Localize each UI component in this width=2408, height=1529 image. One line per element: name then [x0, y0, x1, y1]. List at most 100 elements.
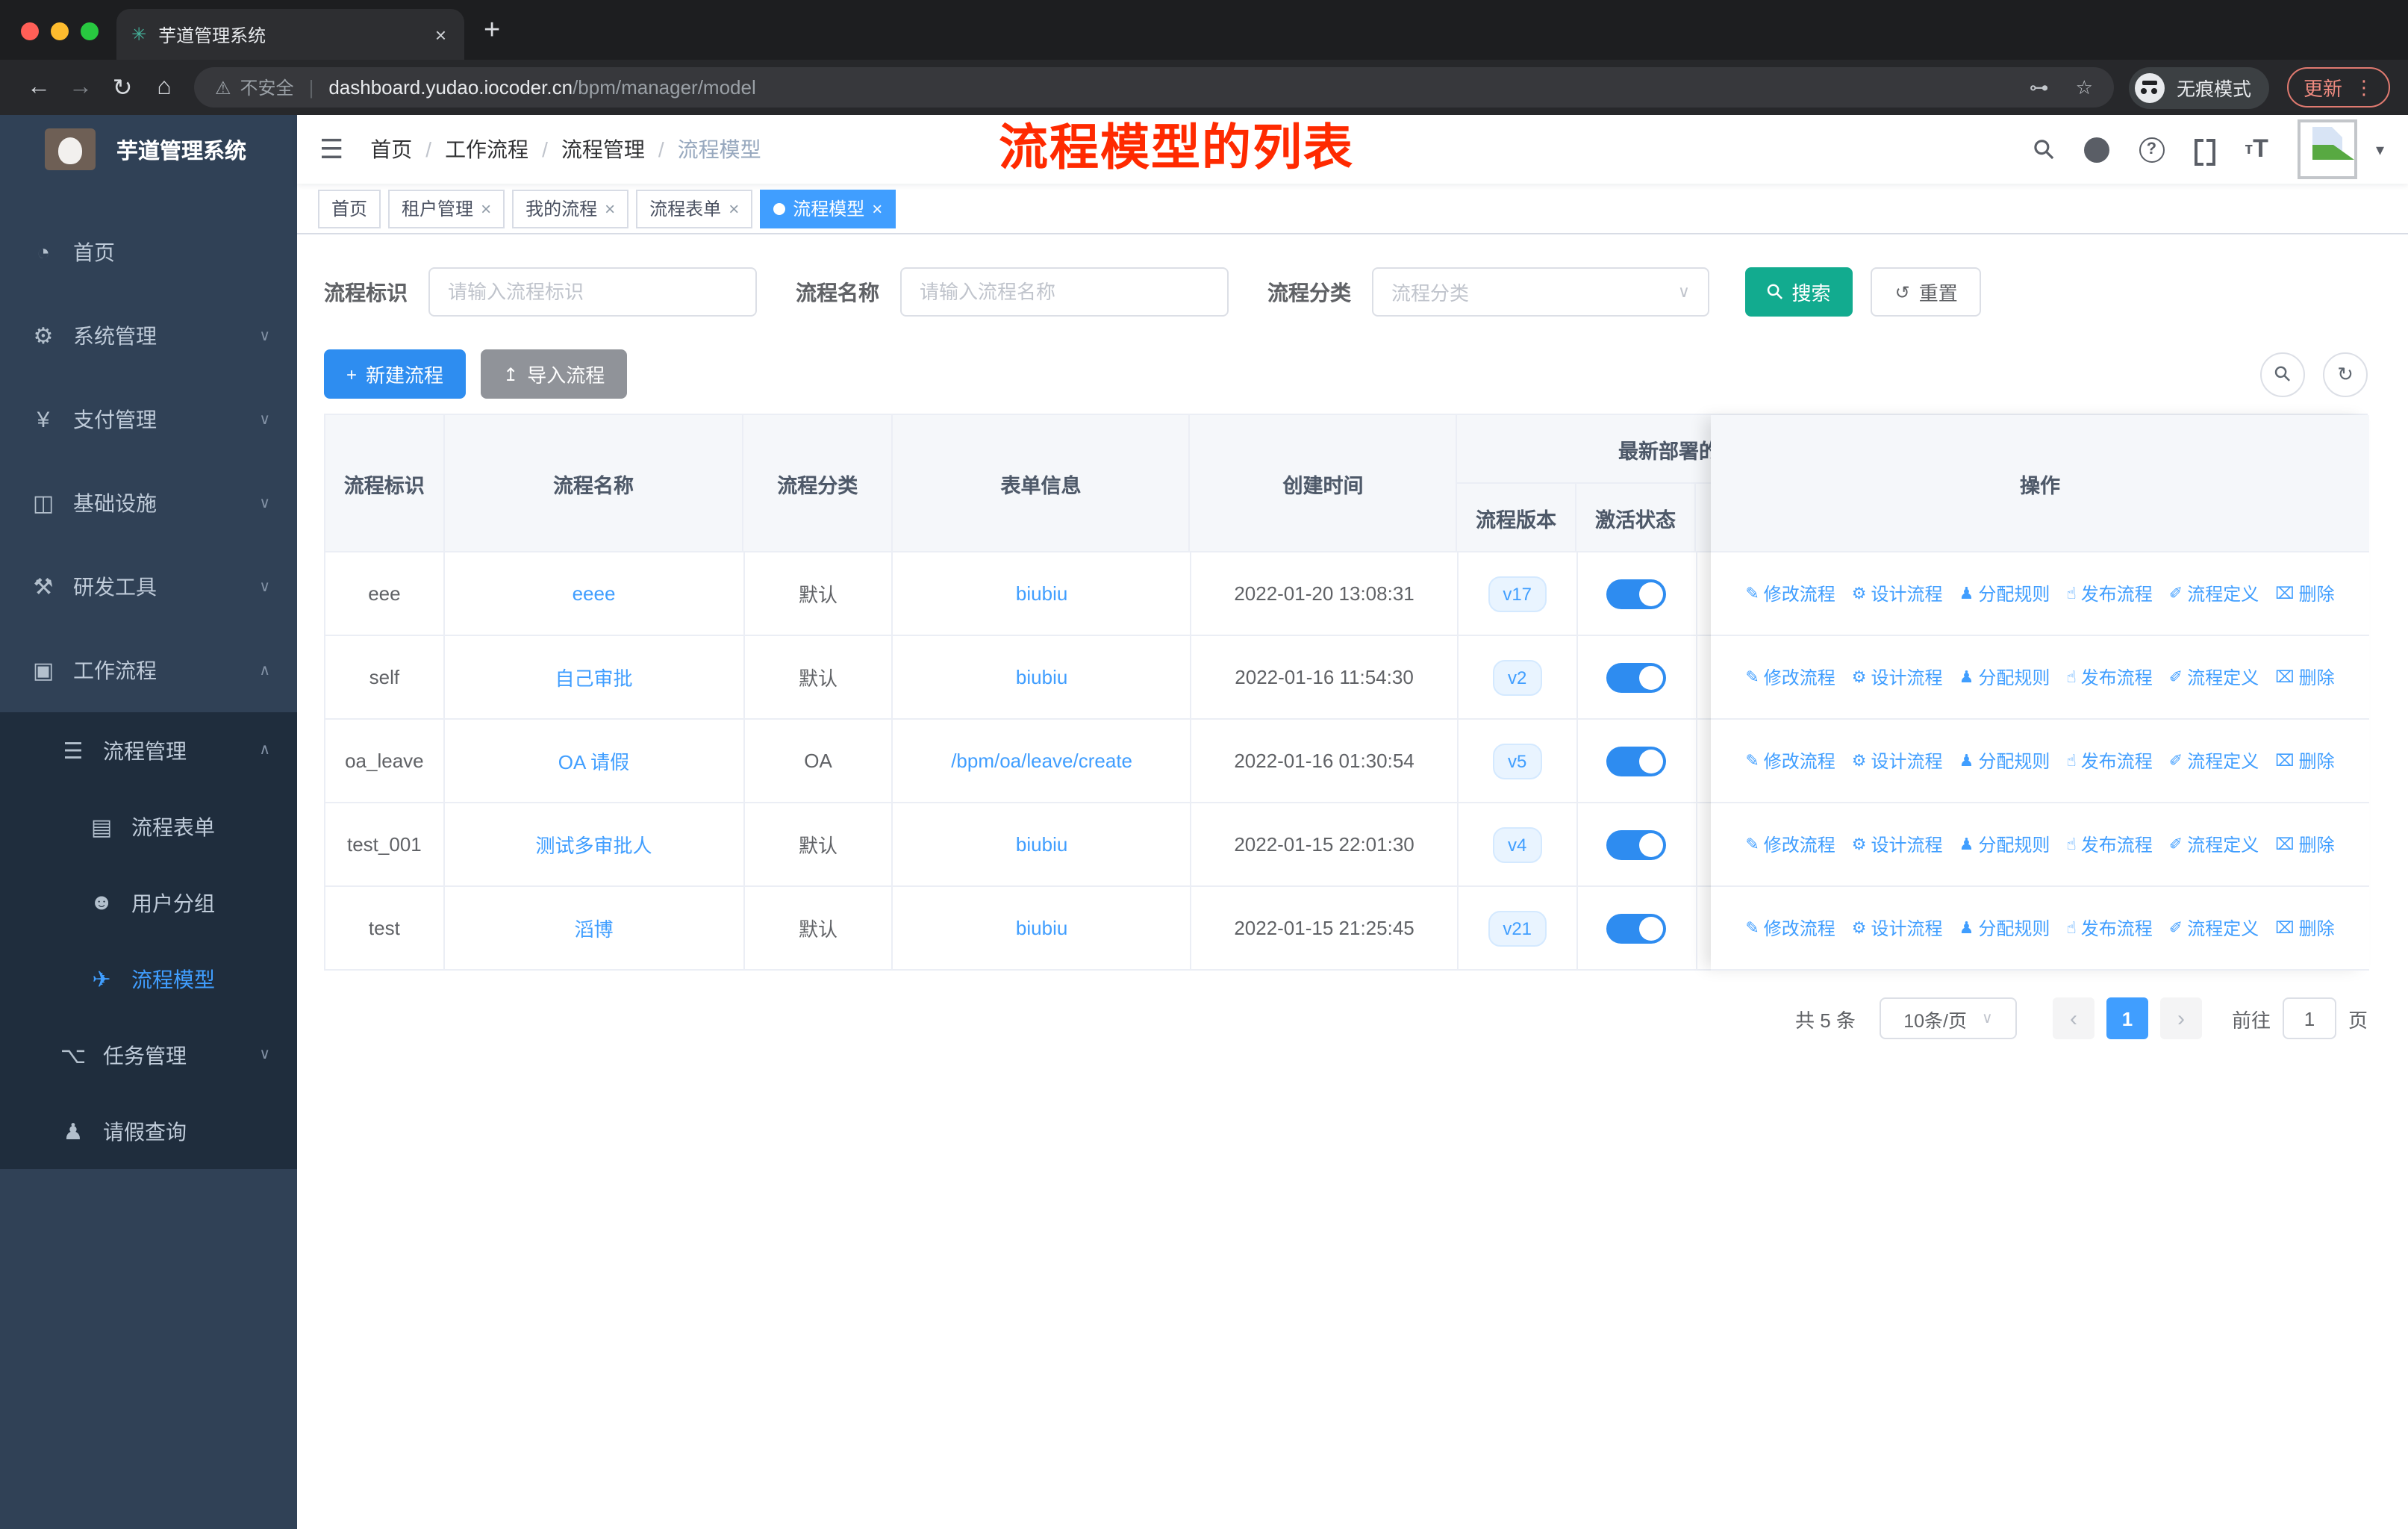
breadcrumb-item[interactable]: 工作流程 — [445, 134, 528, 164]
action-delete-process[interactable]: ⌧ 删除 — [2275, 664, 2334, 690]
tag-chip[interactable]: 我的流程 × — [512, 189, 629, 228]
action-design-process[interactable]: ⚙ 设计流程 — [1852, 581, 1943, 606]
action-design-process[interactable]: ⚙ 设计流程 — [1852, 664, 1943, 690]
active-toggle[interactable] — [1606, 829, 1667, 859]
sidebar-item-home[interactable]: ◔ 首页 — [0, 211, 297, 294]
page-size-select[interactable]: 10条/页 ∨ — [1879, 997, 2017, 1039]
hamburger-icon[interactable]: ☰ — [297, 134, 358, 165]
create-process-button[interactable]: + 新建流程 — [324, 349, 467, 399]
chevron-down-icon[interactable]: ▾ — [2376, 140, 2384, 159]
forward-icon[interactable]: → — [60, 74, 102, 101]
process-name-link[interactable]: eeee — [445, 552, 745, 635]
refresh-button[interactable]: ↻ — [2323, 352, 2368, 396]
process-name-link[interactable]: 测试多审批人 — [445, 803, 745, 885]
action-assign-rule[interactable]: ♟ 分配规则 — [1959, 664, 2050, 690]
sidebar-item-user-group[interactable]: ☻ 用户分组 — [0, 865, 297, 941]
home-icon[interactable]: ⌂ — [143, 74, 185, 101]
sidebar-item-dev-tools[interactable]: ⚒ 研发工具 ∨ — [0, 545, 297, 629]
action-assign-rule[interactable]: ♟ 分配规则 — [1959, 581, 2050, 606]
action-assign-rule[interactable]: ♟ 分配规则 — [1959, 915, 2050, 941]
action-publish-process[interactable]: ☝ 发布流程 — [2066, 915, 2152, 941]
action-assign-rule[interactable]: ♟ 分配规则 — [1959, 832, 2050, 857]
action-publish-process[interactable]: ☝ 发布流程 — [2066, 581, 2152, 606]
security-warning[interactable]: ⚠ 不安全 — [215, 75, 294, 100]
help-icon[interactable]: ? — [2139, 137, 2165, 162]
sidebar-logo[interactable]: 芋道管理系统 — [0, 115, 297, 184]
action-delete-process[interactable]: ⌧ 删除 — [2275, 581, 2334, 606]
sidebar-item-leave-query[interactable]: ♟ 请假查询 — [0, 1093, 297, 1169]
form-info-link[interactable]: biubiu — [893, 636, 1192, 718]
reset-button[interactable]: ↺ 重置 — [1871, 267, 1982, 317]
back-icon[interactable]: ← — [18, 74, 60, 101]
action-assign-rule[interactable]: ♟ 分配规则 — [1959, 748, 2050, 773]
process-name-link[interactable]: OA 请假 — [445, 720, 745, 802]
action-edit-process[interactable]: ✎ 修改流程 — [1745, 581, 1835, 606]
action-design-process[interactable]: ⚙ 设计流程 — [1852, 832, 1943, 857]
url-bar[interactable]: ⚠ 不安全 | dashboard.yudao.iocoder.cn /bpm/… — [194, 67, 2114, 108]
form-info-link[interactable]: /bpm/oa/leave/create — [893, 720, 1192, 802]
action-publish-process[interactable]: ☝ 发布流程 — [2066, 832, 2152, 857]
active-toggle[interactable] — [1606, 746, 1667, 776]
active-toggle[interactable] — [1606, 662, 1667, 692]
action-delete-process[interactable]: ⌧ 删除 — [2275, 832, 2334, 857]
zoom-window-button[interactable] — [81, 22, 99, 40]
breadcrumb-item[interactable]: 首页 — [370, 134, 412, 164]
close-icon[interactable]: × — [481, 198, 491, 219]
goto-page-input[interactable] — [2282, 997, 2336, 1039]
action-process-definition[interactable]: ✐ 流程定义 — [2169, 915, 2259, 941]
action-edit-process[interactable]: ✎ 修改流程 — [1745, 832, 1835, 857]
bookmark-star-icon[interactable]: ☆ — [2076, 75, 2093, 99]
new-tab-button[interactable]: + — [484, 15, 500, 48]
active-toggle[interactable] — [1606, 913, 1667, 943]
tag-chip[interactable]: 流程模型 × — [760, 189, 896, 228]
tab-close-icon[interactable]: × — [432, 23, 449, 46]
action-edit-process[interactable]: ✎ 修改流程 — [1745, 915, 1835, 941]
form-info-link[interactable]: biubiu — [893, 552, 1192, 635]
action-process-definition[interactable]: ✐ 流程定义 — [2169, 748, 2259, 773]
process-name-link[interactable]: 自己审批 — [445, 636, 745, 718]
tag-chip[interactable]: 租户管理 × — [388, 189, 505, 228]
form-info-link[interactable]: biubiu — [893, 887, 1192, 969]
github-icon[interactable] — [2083, 137, 2109, 162]
minimize-window-button[interactable] — [51, 22, 69, 40]
close-icon[interactable]: × — [729, 198, 739, 219]
process-category-select[interactable]: 流程分类 ∨ — [1372, 267, 1709, 317]
action-process-definition[interactable]: ✐ 流程定义 — [2169, 581, 2259, 606]
close-icon[interactable]: × — [605, 198, 615, 219]
sidebar-item-system[interactable]: ⚙ 系统管理 ∨ — [0, 294, 297, 378]
close-icon[interactable]: × — [872, 198, 882, 219]
breadcrumb-item[interactable]: 流程管理 — [561, 134, 645, 164]
action-delete-process[interactable]: ⌧ 删除 — [2275, 915, 2334, 941]
next-page-button[interactable]: › — [2159, 997, 2202, 1039]
action-edit-process[interactable]: ✎ 修改流程 — [1745, 664, 1835, 690]
import-process-button[interactable]: ↥ 导入流程 — [481, 349, 628, 399]
tag-chip[interactable]: 首页 — [318, 189, 381, 228]
action-edit-process[interactable]: ✎ 修改流程 — [1745, 748, 1835, 773]
tag-chip[interactable]: 流程表单 × — [636, 189, 753, 228]
sidebar-item-payment[interactable]: ¥ 支付管理 ∨ — [0, 378, 297, 461]
sidebar-item-task-mgmt[interactable]: ⌥ 任务管理 ∨ — [0, 1017, 297, 1093]
toggle-search-button[interactable]: ⚲ — [2260, 352, 2305, 396]
sidebar-item-process-form[interactable]: ▤ 流程表单 — [0, 788, 297, 865]
avatar[interactable] — [2298, 119, 2358, 179]
sidebar-item-infrastructure[interactable]: ◫ 基础设施 ∨ — [0, 461, 297, 545]
browser-menu-icon[interactable]: ⋮ — [2354, 75, 2374, 99]
process-key-input[interactable] — [428, 267, 757, 317]
sidebar-item-process-model[interactable]: ✈ 流程模型 — [0, 941, 297, 1017]
search-icon[interactable]: ⚲ — [2026, 131, 2062, 167]
fullscreen-icon[interactable] — [2194, 139, 2215, 166]
browser-tab[interactable]: ✳ 芋道管理系统 × — [116, 9, 464, 60]
reload-icon[interactable]: ↻ — [102, 72, 143, 102]
text-size-icon[interactable]: тT — [2245, 134, 2268, 164]
sidebar-item-process-mgmt[interactable]: ☰ 流程管理 ∧ — [0, 712, 297, 788]
prev-page-button[interactable]: ‹ — [2052, 997, 2094, 1039]
action-publish-process[interactable]: ☝ 发布流程 — [2066, 748, 2152, 773]
window-controls[interactable] — [21, 22, 99, 40]
action-process-definition[interactable]: ✐ 流程定义 — [2169, 664, 2259, 690]
process-name-input[interactable] — [900, 267, 1229, 317]
close-window-button[interactable] — [21, 22, 39, 40]
action-publish-process[interactable]: ☝ 发布流程 — [2066, 664, 2152, 690]
update-button[interactable]: 更新 ⋮ — [2286, 67, 2390, 108]
process-name-link[interactable]: 滔博 — [445, 887, 745, 969]
key-icon[interactable]: ⊶ — [2030, 75, 2049, 99]
